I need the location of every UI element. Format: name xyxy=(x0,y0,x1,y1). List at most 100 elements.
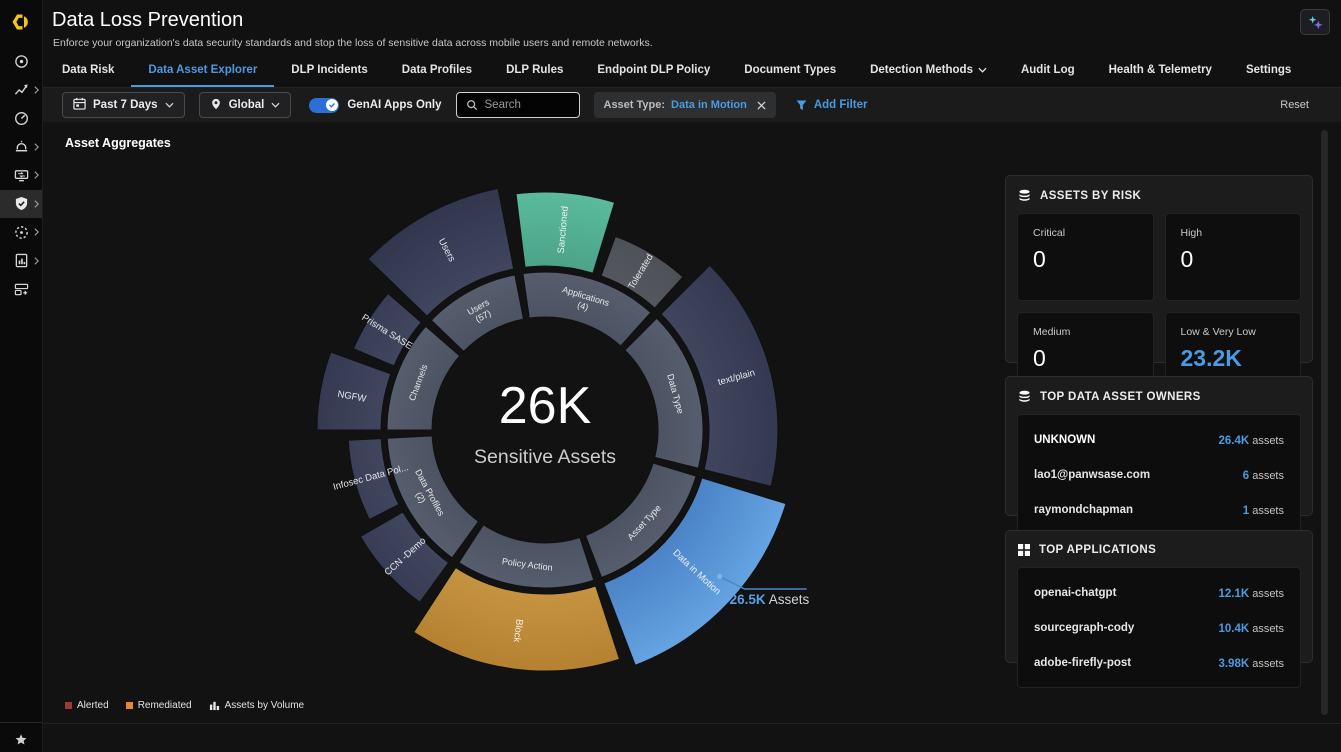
grid-icon xyxy=(1018,544,1030,556)
tab-label: Data Asset Explorer xyxy=(148,64,257,76)
chevron-down-icon xyxy=(271,102,280,108)
sidebar-item-target[interactable] xyxy=(0,47,42,76)
toggle-pill[interactable] xyxy=(309,98,339,113)
location-pin-icon xyxy=(210,98,222,113)
sidebar-nav xyxy=(0,47,42,304)
list-item-adobe-firefly-post[interactable]: adobe-firefly-post3.98K assets xyxy=(1034,645,1284,680)
genai-apps-only-toggle[interactable]: GenAI Apps Only xyxy=(309,98,441,113)
sunburst-category-policy-action[interactable] xyxy=(459,525,594,588)
shield-check-icon xyxy=(14,196,29,211)
setup-icon xyxy=(14,282,29,297)
tab-label: Settings xyxy=(1246,64,1291,76)
panel-header: ASSETS BY RISK xyxy=(1006,176,1312,213)
tab-label: DLP Rules xyxy=(506,64,563,76)
panel-top-applications: TOP APPLICATIONS openai-chatgpt12.1K ass… xyxy=(1005,530,1313,663)
row-value: 6 assets xyxy=(1243,466,1284,484)
ai-copilot-button[interactable] xyxy=(1300,9,1330,35)
tab-data-profiles[interactable]: Data Profiles xyxy=(385,55,489,87)
brand-logo-icon[interactable] xyxy=(0,0,42,43)
bars-icon xyxy=(209,700,220,711)
filter-bar: Past 7 Days Global GenAI Apps Only Asset… xyxy=(43,88,1341,122)
chevron-right-icon xyxy=(34,142,39,151)
panel-top-data-asset-owners: TOP DATA ASSET OWNERS UNKNOWN26.4K asset… xyxy=(1005,376,1313,516)
filter-chip-asset-type[interactable]: Asset Type: Data in Motion xyxy=(594,92,776,118)
list-item-raymondchapman[interactable]: raymondchapman1 assets xyxy=(1034,492,1284,527)
row-value: 12.1K assets xyxy=(1218,584,1284,602)
close-icon[interactable] xyxy=(757,101,766,110)
sidebar-item-dashed-circle[interactable] xyxy=(0,218,42,247)
sidebar-item-workflow[interactable] xyxy=(0,161,42,190)
list-item-lao1-panwsase-com[interactable]: lao1@panwsase.com 6 assets xyxy=(1034,457,1284,492)
content-area: Asset Aggregates Applications(4)Data Typ… xyxy=(43,122,1341,752)
chevron-right-icon xyxy=(34,228,39,237)
sunburst-center-label: Sensitive Assets xyxy=(474,446,616,468)
panel-title: TOP DATA ASSET OWNERS xyxy=(1040,391,1201,403)
row-count: 10.4K xyxy=(1218,623,1249,635)
reset-button[interactable]: Reset xyxy=(1280,99,1309,111)
page-title: Data Loss Prevention xyxy=(52,9,243,32)
target-icon xyxy=(14,54,29,69)
legend-label: Assets by Volume xyxy=(225,700,304,711)
chevron-right-icon xyxy=(34,171,39,180)
owners-list: UNKNOWN26.4K assets lao1@panwsase.com 6 as… xyxy=(1017,414,1301,535)
legend-label: Remediated xyxy=(138,700,192,711)
row-unit: assets xyxy=(1249,470,1284,482)
row-value: 1 assets xyxy=(1243,501,1284,519)
add-filter-button[interactable]: Add Filter xyxy=(796,99,868,111)
scope-value: Global xyxy=(229,99,265,111)
page-header: Data Loss Prevention Enforce your organi… xyxy=(43,0,1341,55)
sidebar-divider xyxy=(0,722,42,723)
sidebar-item-activity[interactable] xyxy=(0,76,42,105)
row-name: lao1@panwsase.com xyxy=(1034,469,1150,481)
tab-document-types[interactable]: Document Types xyxy=(727,55,853,87)
list-item-unknown[interactable]: UNKNOWN26.4K assets xyxy=(1034,422,1284,457)
risk-card-high[interactable]: High0 xyxy=(1165,213,1302,301)
risk-card-critical[interactable]: Critical0 xyxy=(1017,213,1154,301)
row-name: sourcegraph-cody xyxy=(1034,622,1134,634)
risk-card-label: Critical xyxy=(1033,227,1138,239)
dashed-circle-icon xyxy=(14,225,29,240)
tab-settings[interactable]: Settings xyxy=(1229,55,1308,87)
tab-label: Detection Methods xyxy=(870,64,973,76)
scope-dropdown[interactable]: Global xyxy=(199,92,292,118)
search-box[interactable] xyxy=(456,92,580,118)
search-input[interactable] xyxy=(485,99,570,111)
sidebar-item-dashboard[interactable] xyxy=(0,104,42,133)
sidebar-item-report[interactable] xyxy=(0,247,42,276)
tab-audit-log[interactable]: Audit Log xyxy=(1004,55,1092,87)
tab-detection-methods[interactable]: Detection Methods xyxy=(853,55,1004,87)
search-icon xyxy=(466,99,478,111)
time-range-dropdown[interactable]: Past 7 Days xyxy=(62,92,185,118)
tab-endpoint-dlp-policy[interactable]: Endpoint DLP Policy xyxy=(580,55,727,87)
time-range-value: Past 7 Days xyxy=(93,99,158,111)
row-unit: assets xyxy=(1249,623,1284,635)
chip-value: Data in Motion xyxy=(671,99,747,111)
panel-title: ASSETS BY RISK xyxy=(1040,190,1141,202)
tab-dlp-incidents[interactable]: DLP Incidents xyxy=(274,55,384,87)
row-count: 3.98K xyxy=(1218,658,1249,670)
chevron-right-icon xyxy=(34,199,39,208)
favorites-button[interactable] xyxy=(0,733,42,747)
chip-name: Asset Type: xyxy=(604,99,666,111)
sidebar-item-shield-check[interactable] xyxy=(0,190,42,219)
toggle-knob xyxy=(326,99,338,111)
legend-swatch xyxy=(65,702,72,709)
list-item-openai-chatgpt[interactable]: openai-chatgpt12.1K assets xyxy=(1034,575,1284,610)
sidebar-item-setup[interactable] xyxy=(0,275,42,304)
sidebar-item-alarm[interactable] xyxy=(0,133,42,162)
tab-data-asset-explorer[interactable]: Data Asset Explorer xyxy=(131,55,274,87)
panel-title: TOP APPLICATIONS xyxy=(1039,544,1156,556)
vertical-scrollbar[interactable] xyxy=(1321,130,1328,715)
list-item-sourcegraph-cody[interactable]: sourcegraph-cody 10.4K assets xyxy=(1034,610,1284,645)
tab-dlp-rules[interactable]: DLP Rules xyxy=(489,55,580,87)
risk-card-value: 23.2K xyxy=(1181,345,1286,372)
chevron-down-icon xyxy=(165,102,174,108)
applications-list: openai-chatgpt12.1K assetssourcegraph-co… xyxy=(1017,567,1301,688)
tab-health-telemetry[interactable]: Health & Telemetry xyxy=(1092,55,1229,87)
tab-label: Document Types xyxy=(744,64,836,76)
tab-label: Data Profiles xyxy=(402,64,472,76)
tab-data-risk[interactable]: Data Risk xyxy=(45,55,131,87)
row-unit: assets xyxy=(1249,505,1284,517)
funnel-icon xyxy=(796,100,807,111)
content-bottom-divider xyxy=(43,723,1341,724)
